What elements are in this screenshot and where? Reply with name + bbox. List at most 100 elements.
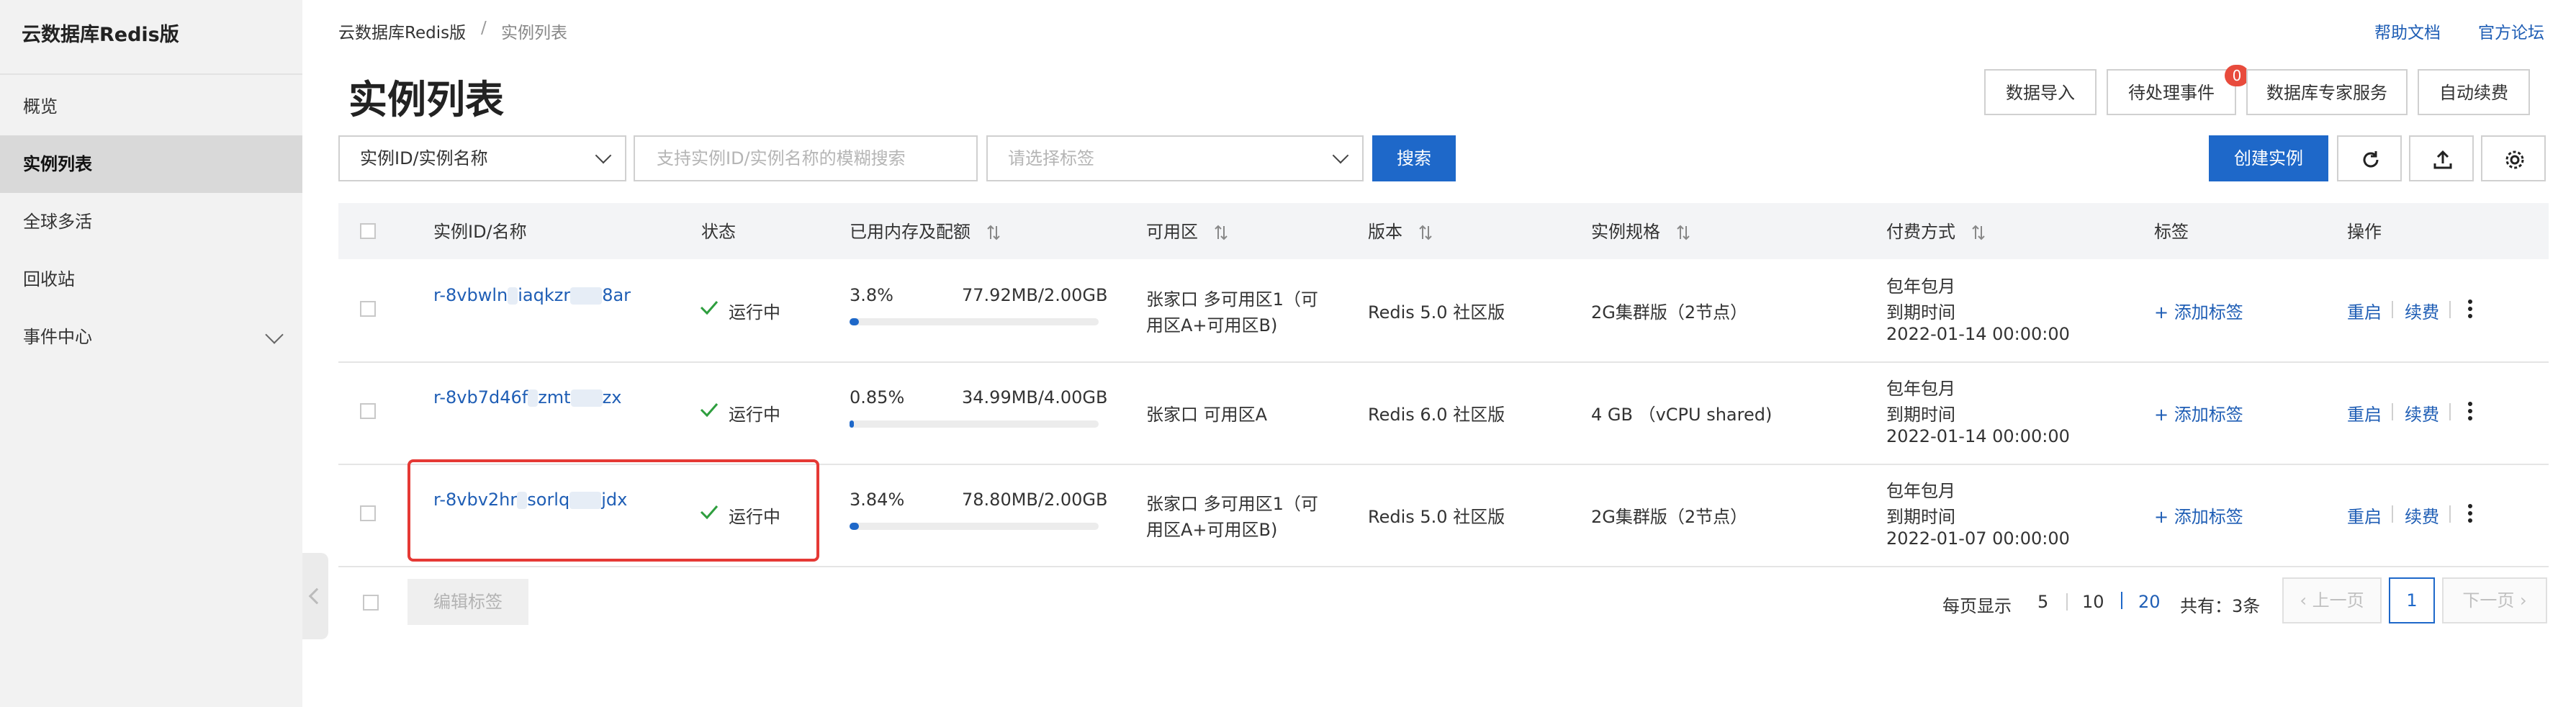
sidebar-item-events-label: 事件中心 <box>23 327 92 347</box>
tag-select[interactable]: 请选择标签 <box>986 135 1364 181</box>
memory-bar-fill <box>850 420 854 428</box>
renew-link[interactable]: 续费 <box>2405 298 2439 323</box>
tag-select-placeholder: 请选择标签 <box>1008 148 1094 168</box>
create-instance-button[interactable]: 创建实例 <box>2209 135 2328 181</box>
memory-percent: 3.84% <box>850 490 905 510</box>
sort-icon <box>1214 225 1228 240</box>
sidebar-title: 云数据库Redis版 <box>22 24 179 46</box>
sort-icon <box>1676 225 1690 240</box>
breadcrumb-separator: / <box>481 19 487 37</box>
ops-divider <box>2449 505 2451 523</box>
zone-line-1: 张家口 可用区A <box>1146 405 1268 425</box>
chevron-down-icon <box>595 147 612 164</box>
more-icon[interactable] <box>2468 402 2472 423</box>
settings-button[interactable] <box>2481 135 2546 181</box>
memory-used: 34.99MB/4.00GB <box>962 387 1108 407</box>
add-tag-link[interactable]: + 添加标签 <box>2154 400 2243 425</box>
ops-divider <box>2392 301 2393 318</box>
pending-count-badge: 0 <box>2225 65 2249 86</box>
col-header-version[interactable]: 版本 <box>1368 217 1433 243</box>
search-input-placeholder: 支持实例ID/实例名称的模糊搜索 <box>657 148 906 168</box>
ops-divider <box>2449 301 2451 318</box>
forum-link[interactable]: 官方论坛 <box>2478 19 2544 43</box>
sidebar-item-events[interactable]: 事件中心 <box>0 308 302 366</box>
row-checkbox[interactable] <box>360 505 376 521</box>
billing-expire-date: 2022-01-14 00:00:00 <box>1886 324 2070 344</box>
check-icon <box>700 403 719 418</box>
sidebar-item-global[interactable]: 全球多活 <box>0 193 302 251</box>
next-page-button[interactable]: 下一页 › <box>2442 577 2547 623</box>
page-size-10[interactable]: 10 <box>2082 592 2104 612</box>
col-header-spec[interactable]: 实例规格 <box>1591 217 1690 243</box>
plus-icon: + <box>2154 302 2174 323</box>
search-input[interactable]: 支持实例ID/实例名称的模糊搜索 <box>634 135 978 181</box>
renew-link[interactable]: 续费 <box>2405 503 2439 528</box>
pending-events-button[interactable]: 待处理事件 <box>2107 69 2236 115</box>
row-checkbox[interactable] <box>360 301 376 317</box>
renew-link[interactable]: 续费 <box>2405 400 2439 425</box>
sidebar: 云数据库Redis版 概览 实例列表 全球多活 回收站 事件中心 <box>0 0 302 707</box>
restart-link[interactable]: 重启 <box>2347 298 2382 323</box>
search-button[interactable]: 搜索 <box>1372 135 1456 181</box>
version-text: Redis 5.0 社区版 <box>1368 302 1505 323</box>
sort-icon <box>986 225 1000 240</box>
page-size-20[interactable]: 20 <box>2138 592 2161 612</box>
chevron-down-icon <box>1332 147 1349 164</box>
restart-link[interactable]: 重启 <box>2347 400 2382 425</box>
gear-icon <box>2505 150 2524 169</box>
memory-bar <box>850 420 1099 428</box>
memory-percent: 3.8% <box>850 285 893 305</box>
data-import-button[interactable]: 数据导入 <box>1984 69 2097 115</box>
chevron-left-icon: ‹ <box>2300 590 2312 611</box>
memory-bar <box>850 318 1099 325</box>
auto-renew-button[interactable]: 自动续费 <box>2418 69 2530 115</box>
select-all-checkbox[interactable] <box>360 223 376 239</box>
zone-line-2: 用区A+可用区B) <box>1146 315 1278 336</box>
sidebar-item-recycle[interactable]: 回收站 <box>0 251 302 308</box>
more-icon[interactable] <box>2468 504 2472 526</box>
sidebar-collapse-toggle[interactable] <box>302 553 328 639</box>
breadcrumb-root[interactable]: 云数据库Redis版 <box>338 19 466 43</box>
sidebar-divider <box>0 73 302 75</box>
col-header-memory-label: 已用内存及配额 <box>850 222 970 242</box>
export-button[interactable] <box>2409 135 2474 181</box>
table-header <box>338 203 2549 259</box>
search-field-select[interactable]: 实例ID/实例名称 <box>338 135 626 181</box>
page-1-button[interactable]: 1 <box>2389 577 2435 623</box>
prev-page-button[interactable]: ‹ 上一页 <box>2282 577 2382 623</box>
add-tag-link[interactable]: + 添加标签 <box>2154 503 2243 528</box>
restart-link[interactable]: 重启 <box>2347 503 2382 528</box>
billing-expire-label: 到期时间 <box>1886 405 1955 425</box>
footer-select-all-checkbox[interactable] <box>363 595 379 611</box>
chevron-left-icon <box>308 587 325 605</box>
ops-divider <box>2392 403 2393 420</box>
instance-id-link[interactable]: r-8vb7d46f zmt zx <box>433 387 621 407</box>
db-expert-button[interactable]: 数据库专家服务 <box>2246 69 2408 115</box>
status-text: 运行中 <box>729 405 780 425</box>
billing-expire-label: 到期时间 <box>1886 302 1955 323</box>
help-docs-link[interactable]: 帮助文档 <box>2374 19 2441 43</box>
spec-text: 4 GB （vCPU shared) <box>1591 405 1773 425</box>
more-icon[interactable] <box>2468 300 2472 321</box>
upload-icon <box>2433 150 2452 169</box>
col-header-memory[interactable]: 已用内存及配额 <box>850 217 1001 243</box>
sidebar-item-overview[interactable]: 概览 <box>0 78 302 135</box>
col-header-billing[interactable]: 付费方式 <box>1886 217 1986 243</box>
refresh-button[interactable] <box>2337 135 2402 181</box>
row-checkbox[interactable] <box>360 403 376 419</box>
col-header-ops: 操作 <box>2347 222 2382 242</box>
spec-text: 2G集群版（2节点） <box>1591 507 1748 527</box>
billing-expire-date: 2022-01-14 00:00:00 <box>1886 426 2070 446</box>
refresh-icon <box>2363 151 2379 168</box>
sidebar-item-instances[interactable]: 实例列表 <box>0 135 302 193</box>
instance-id-link[interactable]: r-8vbwln iaqkzr 8ar <box>433 285 631 305</box>
add-tag-link[interactable]: + 添加标签 <box>2154 298 2243 323</box>
memory-bar-fill <box>850 523 860 530</box>
breadcrumb-current: 实例列表 <box>501 24 567 42</box>
edit-tags-button[interactable]: 编辑标签 <box>407 579 528 625</box>
ops-divider <box>2392 505 2393 523</box>
col-header-status: 状态 <box>701 222 736 242</box>
page-size-5[interactable]: 5 <box>2037 592 2048 612</box>
col-header-zone[interactable]: 可用区 <box>1146 217 1228 243</box>
memory-percent: 0.85% <box>850 387 905 407</box>
